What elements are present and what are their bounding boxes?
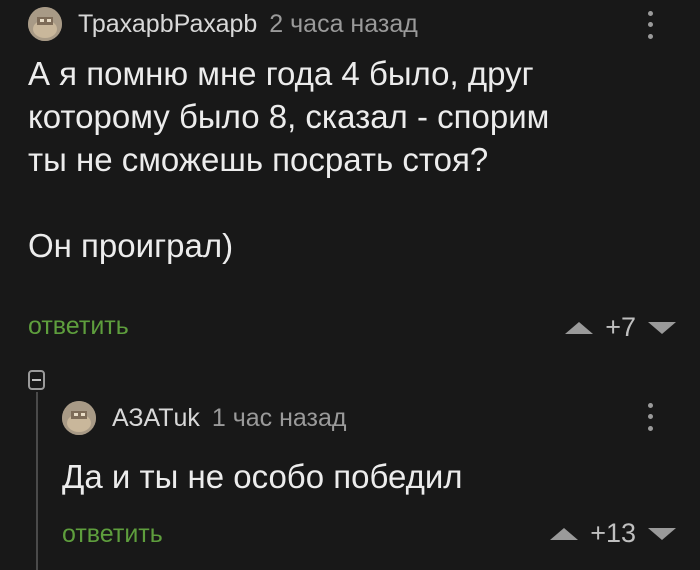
more-vertical-icon[interactable] xyxy=(640,8,660,42)
comment-header: ТрахарbРахарb 2 часа назад xyxy=(28,4,418,44)
comment-time: 1 час назад xyxy=(211,403,347,432)
comment-header: АЗАТuk 1 час назад xyxy=(62,398,347,438)
rating-count: +7 xyxy=(605,312,636,342)
reply-button[interactable]: ответить xyxy=(62,520,163,549)
reply-button[interactable]: ответить xyxy=(28,312,129,341)
comment: ТрахарbРахарb 2 часа назад А я помню мне… xyxy=(0,0,700,360)
downvote-icon[interactable] xyxy=(648,321,676,334)
rating-count: +13 xyxy=(590,518,636,548)
avatar-icon[interactable] xyxy=(62,401,96,435)
author-name[interactable]: АЗАТuk xyxy=(112,404,200,433)
comments-page: ТрахарbРахарb 2 часа назад А я помню мне… xyxy=(0,0,700,570)
upvote-icon[interactable] xyxy=(565,321,594,334)
vote-controls: +7 xyxy=(565,312,676,343)
upvote-icon[interactable] xyxy=(550,527,579,540)
downvote-icon[interactable] xyxy=(648,527,676,540)
avatar-icon[interactable] xyxy=(28,7,62,41)
comment-time: 2 часа назад xyxy=(269,9,418,38)
comment-text: Да и ты не особо победил xyxy=(62,458,463,495)
comment-reply: АЗАТuk 1 час назад Да и ты не особо побе… xyxy=(0,360,700,570)
thread-line[interactable] xyxy=(36,392,38,570)
more-vertical-icon[interactable] xyxy=(640,400,660,434)
vote-controls: +13 xyxy=(550,518,676,549)
author-name[interactable]: ТрахарbРахарb xyxy=(78,10,257,39)
comment-text: А я помню мне года 4 было, друг которому… xyxy=(28,55,550,264)
collapse-thread-icon[interactable] xyxy=(28,370,45,390)
